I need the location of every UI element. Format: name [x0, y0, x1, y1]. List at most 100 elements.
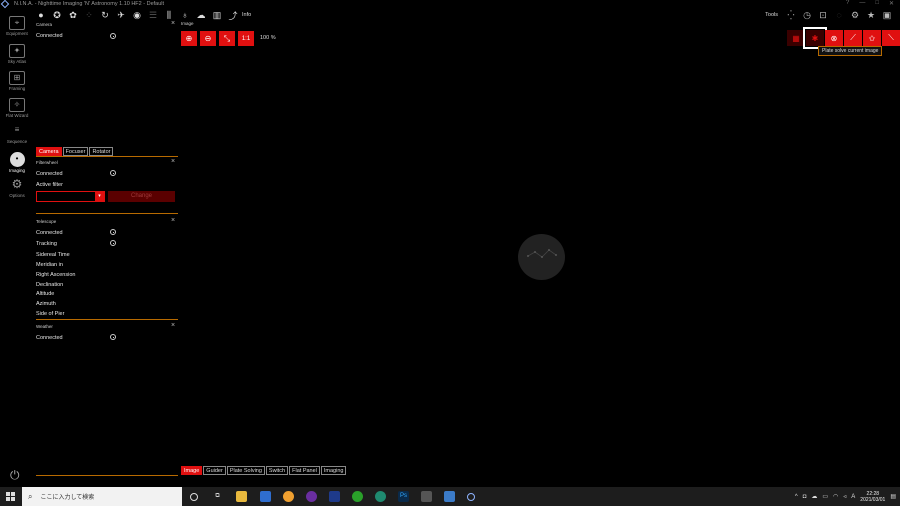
windows-start-icon[interactable] — [6, 492, 15, 501]
tools-toolbar: Tools ⁛ ◷ ⊡ ◌ ⚙ ★ ▣ — [765, 8, 892, 22]
task-view-icon[interactable]: ⧉ — [212, 491, 223, 502]
nav-sequence[interactable]: ≡ Sequence — [2, 124, 32, 144]
info-label[interactable]: Info — [242, 12, 251, 18]
nav-label: Imaging — [8, 168, 25, 173]
app-icon[interactable] — [352, 491, 363, 502]
search-placeholder: ここに入力して検索 — [40, 495, 95, 501]
power-icon[interactable]: ⏻ — [10, 468, 24, 482]
nina-taskbar-icon[interactable] — [467, 493, 475, 501]
dock-icon[interactable]: ▣ — [882, 10, 892, 20]
telescope-panel-icon[interactable]: ✈ — [116, 10, 126, 20]
close-icon[interactable]: × — [171, 217, 175, 224]
filter-select[interactable]: ▾ — [36, 191, 105, 202]
help-button[interactable]: ? — [846, 0, 849, 7]
tools-label: Tools — [765, 12, 778, 18]
nav-options[interactable]: ⚙ Options — [2, 178, 32, 198]
framing-icon: ⊞ — [9, 71, 25, 85]
taskbar-search-input[interactable]: ⌕ ここに入力して検索 — [22, 487, 182, 506]
ime-indicator[interactable]: A — [851, 494, 855, 500]
zoom-out-button[interactable]: ⊖ — [200, 31, 216, 46]
zoom-in-button[interactable]: ⊕ — [181, 31, 197, 46]
close-icon[interactable]: × — [171, 158, 175, 165]
camera-panel-icon[interactable]: ● — [36, 10, 46, 20]
tab-camera[interactable]: Camera — [36, 147, 62, 156]
weather-cloud-icon[interactable]: ☁ — [196, 10, 206, 20]
grid-overlay-button[interactable]: ▦ — [787, 30, 805, 46]
close-window-button[interactable]: ✕ — [889, 0, 894, 7]
star-icon[interactable]: ★ — [866, 10, 876, 20]
wifi-icon[interactable]: ◠ — [833, 493, 838, 500]
camera-connected-label: Connected — [36, 33, 63, 39]
plate-solve-button[interactable]: ✱ — [803, 27, 827, 49]
power-status-icon[interactable] — [110, 170, 116, 176]
statistics-icon[interactable]: ▥ — [212, 10, 222, 20]
image-panel-title: Image — [181, 21, 194, 26]
app-icon[interactable] — [421, 491, 432, 502]
power-status-icon[interactable] — [110, 33, 116, 39]
tracking-status-icon[interactable] — [110, 240, 116, 246]
close-icon[interactable]: × — [171, 20, 175, 27]
sequence-panel-icon[interactable]: ☰ — [148, 10, 158, 20]
nav-framing[interactable]: ⊞ Framing — [2, 71, 32, 91]
tab-rotator[interactable]: Rotator — [89, 147, 114, 156]
edge-browser-icon[interactable] — [375, 491, 386, 502]
minimize-button[interactable]: — — [859, 0, 865, 7]
battery-icon[interactable]: ▭ — [822, 493, 828, 500]
maximize-button[interactable]: □ — [875, 0, 879, 7]
rotator-panel-icon[interactable]: ↻ — [100, 10, 110, 20]
debayer-button[interactable]: ⟍ — [882, 30, 900, 46]
tab-focuser[interactable]: Focuser — [62, 147, 89, 156]
change-filter-button[interactable]: Change — [108, 191, 175, 202]
tab-image[interactable]: Image — [181, 466, 203, 475]
focus-target-icon[interactable]: ⊡ — [818, 10, 828, 20]
tab-guider[interactable]: Guider — [203, 466, 226, 475]
crosshair-icon: ⊗ — [830, 33, 838, 43]
settings-tool-icon[interactable]: ⚙ — [850, 10, 860, 20]
dock-tabs: Image Guider Plate Solving Switch Flat P… — [181, 466, 347, 475]
star-detection-button[interactable]: ✩ — [863, 30, 881, 46]
photoshop-icon[interactable]: Ps — [398, 491, 409, 502]
fit-to-screen-icon: ⤡ — [223, 33, 231, 43]
app-icon[interactable] — [283, 491, 294, 502]
store-icon[interactable] — [260, 491, 271, 502]
power-status-icon[interactable] — [110, 334, 116, 340]
history-chart-icon[interactable]: ⤴ — [228, 10, 238, 21]
stretch-button[interactable]: ⟋ — [844, 30, 862, 46]
astro-app-icon[interactable] — [306, 491, 317, 502]
clock-icon[interactable]: ◷ — [802, 10, 812, 20]
guider-panel-icon[interactable]: ⁘ — [84, 10, 94, 20]
file-explorer-icon[interactable] — [236, 491, 247, 502]
cloud-icon[interactable]: ☁ — [811, 493, 817, 500]
switch-panel-icon[interactable]: ⫼ — [164, 10, 174, 20]
target-panel-icon[interactable]: ◉ — [132, 10, 142, 20]
app-icon[interactable] — [329, 491, 340, 502]
imaging-icon: • — [9, 152, 25, 167]
fit-to-screen-button[interactable]: ⤡ — [219, 31, 235, 46]
tab-flat-panel[interactable]: Flat Panel — [289, 466, 320, 475]
tab-imaging[interactable]: Imaging — [320, 466, 347, 475]
nav-flat-wizard[interactable]: ✧ Flat Wizard — [2, 98, 32, 118]
cortana-icon[interactable] — [190, 493, 198, 501]
notification-icon[interactable]: ▤ — [890, 493, 896, 500]
chevron-up-icon[interactable]: ^ — [795, 494, 798, 500]
photos-icon[interactable] — [444, 491, 455, 502]
nav-imaging[interactable]: • Imaging — [2, 152, 32, 173]
divider — [36, 156, 178, 157]
one-to-one-button[interactable]: 1:1 — [238, 31, 254, 46]
disabled-tool-icon[interactable]: ◌ — [834, 10, 844, 20]
tab-switch[interactable]: Switch — [265, 466, 289, 475]
taskbar-clock[interactable]: 22:28 2021/03/01 — [860, 491, 885, 503]
shield-icon[interactable]: ◘ — [803, 494, 807, 500]
tab-plate-solving[interactable]: Plate Solving — [226, 466, 265, 475]
chevron-down-icon[interactable]: ▾ — [95, 192, 104, 201]
lightbulb-icon[interactable]: ♁ — [180, 10, 190, 20]
focuser-panel-icon[interactable]: ✿ — [68, 10, 78, 20]
polar-align-icon[interactable]: ⁛ — [786, 10, 796, 20]
close-icon[interactable]: × — [171, 322, 175, 329]
volume-icon[interactable]: ◃ — [843, 493, 846, 500]
nav-equipment[interactable]: ⌖ Equipment — [2, 16, 32, 36]
filterwheel-panel-icon[interactable]: ✪ — [52, 10, 62, 20]
nav-sky-atlas[interactable]: ✦ Sky Atlas — [2, 44, 32, 64]
crosshair-button[interactable]: ⊗ — [825, 30, 843, 46]
power-status-icon[interactable] — [110, 229, 116, 235]
